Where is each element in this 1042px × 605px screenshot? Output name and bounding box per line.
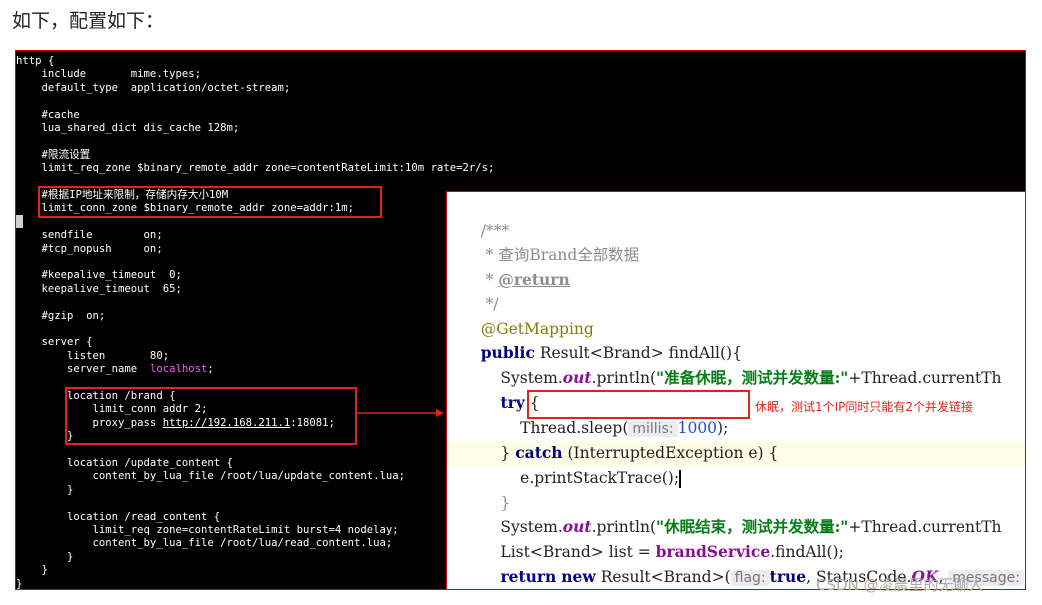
code-line-doc-open: /*** — [461, 195, 509, 240]
code-line-method-signature: public Result<Brand> findAll(){ — [480, 343, 742, 362]
sleep-call-highlight — [527, 390, 750, 419]
code-line-try: try { — [500, 393, 540, 412]
param-hint-flag: flag: — [730, 570, 770, 586]
csdn-watermark: CSDN @凌晨里的无聊人 — [816, 576, 984, 594]
code-line-return: return new Result<Brand>(flag: true, Stat… — [461, 541, 1025, 586]
sleep-annotation-note: 休眠，测试1个IP同时只能有2个并发链接 — [755, 400, 974, 414]
code-line-catch: } catch (InterruptedException e) { — [480, 443, 779, 462]
text-caret — [679, 470, 682, 488]
code-line-annotation: @GetMapping — [461, 293, 594, 338]
code-line-println-start: System.out.println("准备休眠，测试并发数量:"+Thread… — [480, 368, 1002, 387]
code-line-doc-return: * @return — [480, 270, 570, 289]
code-line-close-inner: } — [480, 494, 511, 512]
doc-return-tag: @return — [498, 270, 570, 289]
code-line-doc-desc: * 查询Brand全部数据 — [461, 219, 640, 264]
code-line-close-method: } — [461, 566, 491, 589]
code-line-doc-close: */ — [480, 295, 499, 313]
code-line-println-end: System.out.println("休眠结束，测试并发数量:"+Thread… — [480, 517, 1002, 536]
code-line-stacktrace: e.printStackTrace(); — [520, 469, 682, 488]
code-line-list: List<Brand> list = brandService.findAll(… — [480, 542, 844, 561]
